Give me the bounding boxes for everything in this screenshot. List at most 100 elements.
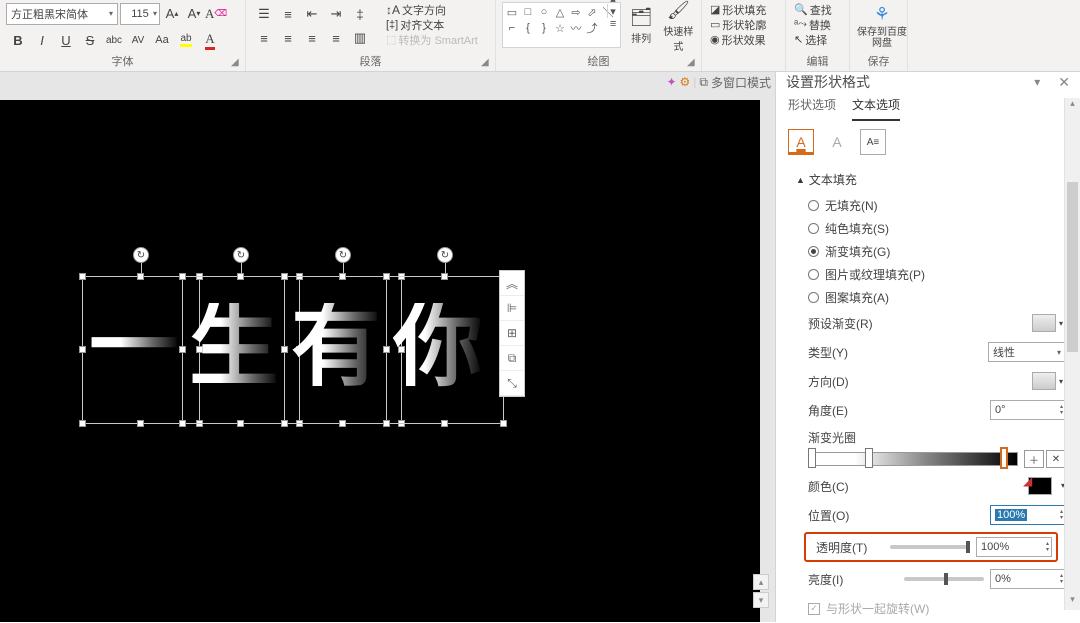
italic-button[interactable]: I — [30, 28, 54, 52]
scroll-down-icon[interactable]: ▾ — [753, 592, 769, 608]
text-direction-button[interactable]: ↕A文字方向 — [386, 2, 478, 17]
shape-square-icon[interactable]: □ — [521, 5, 535, 19]
highlight-button[interactable]: ab — [174, 28, 198, 52]
columns-button[interactable]: ▥ — [348, 26, 372, 50]
handle-t[interactable] — [137, 273, 144, 280]
shape-brace-icon[interactable]: { — [521, 21, 535, 35]
rotate-handle-1[interactable]: ↻ — [133, 247, 149, 263]
shape-effect-button[interactable]: ◉形状效果 — [708, 32, 779, 47]
radio-solid-fill[interactable]: 纯色填充(S) — [796, 217, 1066, 240]
find-button[interactable]: 🔍查找 — [792, 2, 843, 17]
add-stop-button[interactable]: ＋ — [1024, 450, 1044, 468]
shape-l-icon[interactable]: ⌐ — [505, 21, 519, 35]
multiwindow-icon[interactable]: ⧉ — [699, 75, 708, 90]
baidu-save-button[interactable]: ⚘保存到百度网盘 — [856, 2, 908, 50]
scroll-up-icon[interactable]: ▴ — [753, 574, 769, 590]
shape-star-icon[interactable]: ☆ — [553, 21, 567, 35]
numbering-button[interactable]: ≡ — [276, 2, 300, 26]
para-dialog-launcher[interactable]: ◢ — [481, 57, 493, 69]
textbox-4[interactable]: ↻ 你 — [386, 276, 504, 424]
shape-rect-icon[interactable]: ▭ — [505, 5, 519, 19]
transparency-spin[interactable]: 100%▴▾ — [976, 537, 1052, 557]
gradient-bar[interactable]: ＋✕ — [808, 450, 1066, 468]
shape-gallery[interactable]: ▭□○△⇨⬀＼ ⌐{}☆〰⤴ ▴▾≡ — [502, 2, 621, 48]
tab-shape-options[interactable]: 形状选项 — [788, 96, 836, 121]
scroll-up-icon[interactable]: ▴ — [1065, 98, 1080, 114]
scroll-thumb[interactable] — [1067, 182, 1078, 352]
mini-top-icon[interactable]: ︽ — [500, 271, 524, 296]
underline-button[interactable]: U — [54, 28, 78, 52]
clear-format-button[interactable]: A⌫ — [206, 3, 226, 25]
canvas-vscroll[interactable]: ▴ ▾ — [753, 572, 769, 612]
pane-pin-icon[interactable]: ▾ — [1034, 75, 1040, 89]
rotate-handle-4[interactable]: ↻ — [437, 247, 453, 263]
slide[interactable]: ↻ 一 ↻ 生 ↻ 有 ↻ 你 — [0, 100, 760, 622]
align-right-button[interactable]: ≡ — [300, 26, 324, 50]
canvas-area[interactable]: ✦ ⚙ | ⧉ 多窗口模式 ↻ 一 ↻ 生 ↻ 有 ↻ — [0, 72, 775, 622]
textbox-icon[interactable]: A≡ — [860, 129, 886, 155]
mini-copy-icon[interactable]: ⧉ — [500, 346, 524, 371]
gstop-1[interactable] — [808, 448, 816, 468]
mini-grid-icon[interactable]: ⊞ — [500, 321, 524, 346]
replace-button[interactable]: ᵃ⤳替换 — [792, 17, 843, 32]
shape-diag-icon[interactable]: ⬀ — [585, 5, 599, 19]
radio-pattern-fill[interactable]: 图案填充(A) — [796, 286, 1066, 309]
bold-button[interactable]: B — [6, 28, 30, 52]
justify-button[interactable]: ≡ — [324, 26, 348, 50]
font-color-button[interactable]: A — [198, 28, 222, 52]
indent-inc-button[interactable]: ⇥ — [324, 2, 348, 26]
angle-spin[interactable]: 0°▴▾ — [990, 400, 1066, 420]
radio-no-fill[interactable]: 无填充(N) — [796, 194, 1066, 217]
align-center-button[interactable]: ≡ — [276, 26, 300, 50]
gstop-3[interactable] — [1000, 447, 1008, 469]
brightness-spin[interactable]: 0%▴▾ — [990, 569, 1066, 589]
draw-dialog-launcher[interactable]: ◢ — [687, 57, 699, 69]
del-stop-button[interactable]: ✕ — [1046, 450, 1066, 468]
shape-outline-button[interactable]: ▭形状轮廓 — [708, 17, 779, 32]
gstop-2[interactable] — [865, 448, 873, 468]
quickstyle-button[interactable]: 🖌快速样式 — [662, 2, 695, 50]
rotate-handle-2[interactable]: ↻ — [233, 247, 249, 263]
align-text-button[interactable]: [‡]对齐文本 — [386, 17, 478, 32]
grow-font-button[interactable]: A▴ — [162, 3, 182, 25]
mini-expand-icon[interactable]: ⤡ — [500, 371, 524, 396]
select-button[interactable]: ↖选择 — [792, 32, 843, 47]
text-fill-icon[interactable]: A — [788, 129, 814, 155]
char-spacing-button[interactable]: AV — [126, 28, 150, 52]
font-name-combo[interactable]: 方正粗黑宋简体▾ — [6, 3, 118, 25]
handle-l[interactable] — [79, 346, 86, 353]
transparency-slider[interactable] — [890, 545, 970, 549]
indent-dec-button[interactable]: ⇤ — [300, 2, 324, 26]
shape-fill-button[interactable]: ◪形状填充 — [708, 2, 779, 17]
handle-b[interactable] — [137, 420, 144, 427]
font-dialog-launcher[interactable]: ◢ — [231, 57, 243, 69]
direction-swatch[interactable] — [1032, 372, 1056, 390]
mini-align-icon[interactable]: ⊫ — [500, 296, 524, 321]
arrange-button[interactable]: 🗂排列 — [625, 2, 658, 50]
radio-picture-fill[interactable]: 图片或纹理填充(P) — [796, 263, 1066, 286]
shadow-button[interactable]: abc — [102, 28, 126, 52]
scroll-down-icon[interactable]: ▾ — [1065, 594, 1080, 610]
align-left-button[interactable]: ≡ — [252, 26, 276, 50]
handle-tl[interactable] — [79, 273, 86, 280]
font-size-combo[interactable]: 115▾ — [120, 3, 160, 25]
shape-connect-icon[interactable]: ⤴ — [585, 21, 599, 35]
strike-button[interactable]: S — [78, 28, 102, 52]
line-spacing-button[interactable]: ‡ — [348, 2, 372, 26]
shrink-font-button[interactable]: A▾ — [184, 3, 204, 25]
gear-icon[interactable]: ⚙ — [680, 75, 691, 89]
text-effects-icon[interactable]: A — [824, 129, 850, 155]
position-spin[interactable]: 100%▴▾ — [990, 505, 1066, 525]
pane-close-icon[interactable]: ✕ — [1058, 74, 1070, 91]
shape-triangle-icon[interactable]: △ — [553, 5, 567, 19]
preset-swatch[interactable] — [1032, 314, 1056, 332]
radio-gradient-fill[interactable]: 渐变填充(G) — [796, 240, 1066, 263]
rotate-with-shape-checkbox[interactable]: ✓与形状一起旋转(W) — [796, 594, 1066, 623]
case-button[interactable]: Aa — [150, 28, 174, 52]
multiwindow-label[interactable]: 多窗口模式 — [711, 74, 771, 91]
shape-circle-icon[interactable]: ○ — [537, 5, 551, 19]
shape-arrow-icon[interactable]: ⇨ — [569, 5, 583, 19]
tab-text-options[interactable]: 文本选项 — [852, 96, 900, 121]
shape-brace2-icon[interactable]: } — [537, 21, 551, 35]
rotate-handle-3[interactable]: ↻ — [335, 247, 351, 263]
